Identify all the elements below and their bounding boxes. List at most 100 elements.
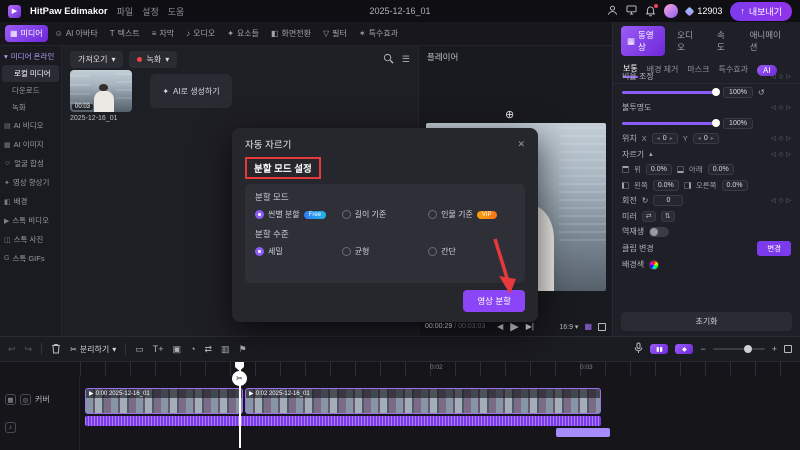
add-keyframe-icon[interactable]: ◇ <box>779 73 784 80</box>
sidebar-item-local-media[interactable]: 로컬 미디어 <box>2 65 59 82</box>
sidebar-section-stock-video[interactable]: ▶ 스톡 비디오 <box>0 211 61 230</box>
add-keyframe-icon[interactable]: ◇ <box>779 197 784 204</box>
fullscreen-icon[interactable] <box>598 322 606 331</box>
tab-subtitle[interactable]: ≡ 자막 <box>147 25 179 42</box>
speed-tool-icon[interactable]: ◔ <box>190 344 195 354</box>
next-keyframe-icon[interactable]: ▷ <box>786 73 791 80</box>
sidebar-section-enhancer[interactable]: ✦ 영상 향상기 <box>0 173 61 192</box>
tab-transitions[interactable]: ◧ 화면전환 <box>266 25 316 42</box>
redo-icon[interactable]: ↪ <box>25 344 33 355</box>
split-button[interactable]: ✂ 분리하기 ▾ <box>70 344 116 355</box>
ai-generate-button[interactable]: ✦ AI로 생성하기 <box>150 74 232 108</box>
sidebar-root-media[interactable]: ▾ 미디어 온라인 <box>0 48 61 65</box>
sidebar-section-background[interactable]: ◧ 배경 <box>0 192 61 211</box>
flip-vertical-button[interactable]: ⇅ <box>660 210 675 222</box>
tab-video-props[interactable]: ▦ 동영상 <box>621 26 666 56</box>
timeline-clip-1[interactable]: ▶ 0:00 2025-12-16_01 <box>85 388 243 414</box>
device-icon[interactable] <box>626 5 637 17</box>
prev-keyframe-icon[interactable]: ◁ <box>771 73 776 80</box>
timeline-area[interactable]: 0:02 0:03 ▦ ◎ 커버 ♪ ▶ 0:00 2025-12-16_01 ▶… <box>0 362 800 450</box>
tab-speed-props[interactable]: 속도 <box>711 26 738 56</box>
share-person-icon[interactable] <box>607 5 618 18</box>
prev-keyframe-icon[interactable]: ◁ <box>771 104 776 111</box>
select-tool-icon[interactable]: ▭ <box>135 344 144 355</box>
sidebar-section-ai-video[interactable]: ▤ AI 비디오 <box>0 116 61 135</box>
pan-control-icon[interactable]: ⊕ <box>505 108 514 121</box>
trash-icon[interactable] <box>51 343 61 356</box>
flip-horizontal-button[interactable]: ⇄ <box>641 210 656 222</box>
notification-bell-icon[interactable] <box>645 3 659 17</box>
menu-file[interactable]: 파일 <box>117 5 134 18</box>
audio-waveform-strip[interactable] <box>85 416 601 426</box>
sidebar-section-face-swap[interactable]: ☺ 얼굴 합성 <box>0 154 61 173</box>
rotate-icon[interactable]: ↻ <box>642 196 649 205</box>
prev-frame-icon[interactable]: ◀ <box>497 322 503 331</box>
grid-icon[interactable]: ▦ <box>584 322 592 331</box>
crop-left-input[interactable]: 0.0% <box>652 179 679 191</box>
reset-scale-icon[interactable]: ↺ <box>758 88 765 97</box>
mode-option-length[interactable]: 길이 기준 <box>341 209 429 220</box>
menu-settings[interactable]: 설정 <box>142 5 159 18</box>
snap-toggle[interactable]: ◆ <box>675 344 694 354</box>
track-tool-icon[interactable]: ▥ <box>221 344 230 355</box>
fit-timeline-icon[interactable] <box>784 345 792 353</box>
add-text-icon[interactable]: T+ <box>153 344 164 354</box>
prev-keyframe-icon[interactable]: ◁ <box>771 151 776 158</box>
audio-track-icon[interactable]: ♪ <box>5 422 16 433</box>
zoom-out-icon[interactable]: − <box>700 344 705 354</box>
crop-right-input[interactable]: 0.0% <box>721 179 748 191</box>
cut-cursor-icon[interactable]: ✂ <box>232 371 247 386</box>
level-option-balanced[interactable]: 균형 <box>341 246 429 257</box>
mirror-tool-icon[interactable]: ⇄ <box>205 344 213 355</box>
level-option-fine[interactable]: 세밀 <box>255 246 342 257</box>
cover-label[interactable]: 커버 <box>35 394 50 405</box>
crop-bottom-input[interactable]: 0.0% <box>707 164 734 175</box>
reverse-toggle[interactable] <box>649 226 670 237</box>
next-keyframe-icon[interactable]: ▷ <box>786 197 791 204</box>
sidebar-section-stock-photo[interactable]: ◫ 스톡 사진 <box>0 230 61 249</box>
tab-animation-props[interactable]: 애니메이션 <box>744 26 792 56</box>
marker-icon[interactable]: ⚑ <box>239 344 247 355</box>
tab-text[interactable]: T 텍스트 <box>105 25 145 42</box>
bg-color-swatch[interactable] <box>649 259 660 270</box>
stepper-right-icon[interactable]: ▸ <box>670 135 673 142</box>
mode-option-scene[interactable]: 씬별 분할 Free <box>255 209 342 220</box>
sidebar-section-ai-image[interactable]: ▦ AI 이미지 <box>0 135 61 154</box>
tab-audio[interactable]: ♪ 오디오 <box>181 25 220 42</box>
tab-audio-props[interactable]: 오디오 <box>671 26 705 56</box>
y-input[interactable]: ◂ 0 ▸ <box>692 133 719 144</box>
stepper-left-icon[interactable]: ◂ <box>698 135 701 142</box>
tab-effects[interactable]: ✶ 특수효과 <box>354 25 403 42</box>
mic-icon[interactable] <box>634 342 643 356</box>
stepper-left-icon[interactable]: ◂ <box>657 135 660 142</box>
sidebar-section-stock-gifs[interactable]: G 스톡 GIFs <box>0 249 61 268</box>
close-icon[interactable]: ✕ <box>517 139 525 150</box>
timeline-clip-2[interactable]: ▶ 0:02 2025-12-16_01 <box>245 388 601 414</box>
reset-button[interactable]: 초기화 <box>621 312 792 331</box>
sidebar-item-record[interactable]: 녹화 <box>0 99 61 116</box>
avatar[interactable] <box>664 4 679 18</box>
next-frame-icon[interactable]: ▶| <box>526 322 534 331</box>
overlay-clip[interactable] <box>556 428 610 437</box>
mode-option-person[interactable]: 인물 기준 VIP <box>428 209 515 220</box>
next-keyframe-icon[interactable]: ▷ <box>786 135 791 142</box>
crop-tool-icon[interactable]: ▣ <box>173 344 182 355</box>
crop-top-input[interactable]: 0.0% <box>645 164 672 175</box>
x-input[interactable]: ◂ 0 ▸ <box>651 133 678 144</box>
track-lock-icon[interactable]: ◎ <box>20 394 31 405</box>
timeline-zoom-slider[interactable] <box>712 344 765 353</box>
tab-filters[interactable]: ▽ 필터 <box>318 25 352 42</box>
aspect-ratio-selector[interactable]: 16:9 ▾ <box>559 323 578 331</box>
sidebar-item-downloads[interactable]: 다운로드 <box>0 82 61 99</box>
record-button[interactable]: 녹화 ▾ <box>129 51 178 68</box>
ripple-toggle[interactable]: ▮▮ <box>650 344 669 354</box>
collapse-icon[interactable]: ▴ <box>649 150 653 158</box>
scale-value[interactable]: 100% <box>723 86 753 98</box>
prev-keyframe-icon[interactable]: ◁ <box>771 197 776 204</box>
stepper-right-icon[interactable]: ▸ <box>711 135 714 142</box>
import-button[interactable]: 가져오기 ▾ <box>70 51 124 68</box>
export-button[interactable]: ↑ 내보내기 <box>730 1 792 21</box>
scale-slider[interactable] <box>622 88 720 96</box>
add-keyframe-icon[interactable]: ◇ <box>779 135 784 142</box>
prev-keyframe-icon[interactable]: ◁ <box>771 135 776 142</box>
